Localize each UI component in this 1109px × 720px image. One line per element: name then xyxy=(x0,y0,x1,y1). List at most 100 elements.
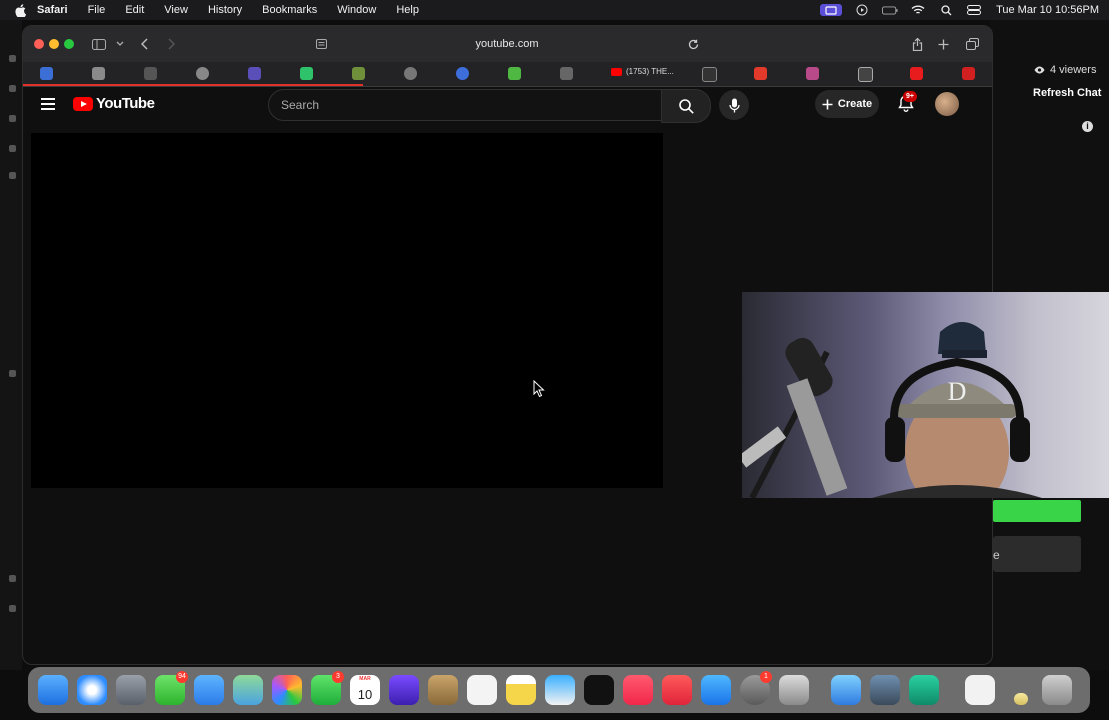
search-placeholder: Search xyxy=(281,98,320,112)
chat-app-icon[interactable] xyxy=(909,675,939,705)
voice-search-button[interactable] xyxy=(719,90,749,120)
mail-icon[interactable] xyxy=(194,675,224,705)
imovie-icon[interactable] xyxy=(389,675,419,705)
tab-overview-icon[interactable] xyxy=(964,36,980,52)
tab-favicon-openai-icon[interactable] xyxy=(196,67,209,80)
trash-icon[interactable] xyxy=(1042,675,1072,705)
account-avatar[interactable] xyxy=(935,92,959,116)
apple-menu-icon[interactable] xyxy=(13,3,27,17)
menu-help[interactable]: Help xyxy=(396,4,419,16)
sidebar-toggle-icon[interactable] xyxy=(91,36,107,52)
background-app-strip xyxy=(0,20,22,670)
freeform-icon[interactable] xyxy=(545,675,575,705)
iphone-mirroring-icon[interactable] xyxy=(779,675,809,705)
app-store-icon[interactable] xyxy=(701,675,731,705)
chevron-down-icon[interactable] xyxy=(112,36,128,52)
minimize-window-button[interactable] xyxy=(49,39,59,49)
menu-history[interactable]: History xyxy=(208,4,242,16)
messages-badge: 94 xyxy=(176,671,188,683)
news-icon[interactable] xyxy=(662,675,692,705)
page-load-progress xyxy=(23,84,363,86)
mouse-cursor-icon xyxy=(533,380,545,398)
finder-icon[interactable] xyxy=(38,675,68,705)
background-icon xyxy=(9,370,16,377)
back-button[interactable] xyxy=(137,36,153,52)
calendar-icon[interactable]: MAR 10 xyxy=(350,675,380,705)
facetime-badge: 3 xyxy=(332,671,344,683)
close-window-button[interactable] xyxy=(34,39,44,49)
menu-hamburger-icon[interactable] xyxy=(41,98,55,110)
menu-edit[interactable]: Edit xyxy=(125,4,144,16)
menu-app-name[interactable]: Safari xyxy=(37,4,68,16)
control-center-icon[interactable] xyxy=(966,4,982,16)
menu-bar: Safari File Edit View History Bookmarks … xyxy=(0,0,1109,20)
calendar-day: 10 xyxy=(357,687,373,702)
tab-favicon-netflix-icon[interactable] xyxy=(962,67,975,80)
wifi-icon[interactable] xyxy=(910,4,926,16)
menu-file[interactable]: File xyxy=(88,4,106,16)
tab-favicon-globe-icon[interactable] xyxy=(404,67,417,80)
contacts-icon[interactable] xyxy=(428,675,458,705)
utility-icon[interactable] xyxy=(870,675,900,705)
tab-favicon-tv-icon[interactable] xyxy=(858,67,873,82)
panel-button[interactable]: e xyxy=(993,536,1081,572)
forward-button[interactable] xyxy=(163,36,179,52)
tab-favicon-green-icon[interactable] xyxy=(300,67,313,80)
screen-mirroring-icon[interactable] xyxy=(820,4,843,16)
background-icon xyxy=(9,115,16,122)
photos-icon[interactable] xyxy=(272,675,302,705)
launchpad-icon[interactable] xyxy=(116,675,146,705)
music-icon[interactable] xyxy=(623,675,653,705)
files-icon[interactable] xyxy=(831,675,861,705)
menu-window[interactable]: Window xyxy=(337,4,376,16)
tab-favicon-slash-icon[interactable] xyxy=(702,67,717,82)
search-input[interactable]: Search xyxy=(268,89,662,121)
zoom-window-button[interactable] xyxy=(64,39,74,49)
background-icon xyxy=(9,55,16,62)
tab-youtube-active[interactable]: (1753) THE... xyxy=(611,67,674,76)
video-player[interactable] xyxy=(31,133,663,488)
refresh-chat-button[interactable]: Refresh Chat xyxy=(1033,87,1101,99)
tab-favicon-m-icon[interactable] xyxy=(806,67,819,80)
maps-icon[interactable] xyxy=(233,675,263,705)
settings-badge: 1 xyxy=(760,671,772,683)
webcam-overlay: D xyxy=(742,292,1109,498)
tab-favicon-t-icon[interactable] xyxy=(560,67,573,80)
search-button[interactable] xyxy=(661,89,711,123)
tab-favicon-a-icon[interactable] xyxy=(754,67,767,80)
url-text[interactable]: youtube.com xyxy=(311,38,703,50)
address-bar[interactable]: youtube.com xyxy=(311,33,703,55)
tab-favicon-v-icon[interactable] xyxy=(248,67,261,80)
document-icon[interactable] xyxy=(965,675,995,705)
background-icon xyxy=(9,605,16,612)
green-action-bar[interactable] xyxy=(993,500,1081,522)
play-status-icon[interactable] xyxy=(854,4,870,16)
microphone-icon xyxy=(728,98,740,112)
notes-icon[interactable] xyxy=(506,675,536,705)
share-icon[interactable] xyxy=(909,36,925,52)
menu-view[interactable]: View xyxy=(164,4,188,16)
menu-bookmarks[interactable]: Bookmarks xyxy=(262,4,317,16)
new-tab-icon[interactable] xyxy=(935,36,951,52)
tab-favicon-folder-icon[interactable] xyxy=(144,67,157,80)
info-icon[interactable]: i xyxy=(1082,121,1093,132)
youtube-logo-text: YouTube xyxy=(96,95,155,112)
tab-favicon-d-icon[interactable] xyxy=(508,67,521,80)
battery-icon[interactable] xyxy=(882,4,898,16)
stack-icon[interactable] xyxy=(1014,693,1028,705)
youtube-logo[interactable]: YouTube xyxy=(73,95,155,112)
apple-tv-icon[interactable] xyxy=(584,675,614,705)
background-icon xyxy=(9,172,16,179)
tab-favicon-drive-icon[interactable] xyxy=(352,67,365,80)
tab-favicon-calendar-icon[interactable] xyxy=(40,67,53,80)
spotlight-search-icon[interactable] xyxy=(938,4,954,16)
menu-clock[interactable]: Tue Mar 10 10:56PM xyxy=(996,4,1099,16)
tab-favicon-blue-icon[interactable] xyxy=(456,67,469,80)
background-icon xyxy=(9,575,16,582)
reload-icon[interactable] xyxy=(685,36,701,52)
tab-favicon-youtube-icon[interactable] xyxy=(910,67,923,80)
safari-icon[interactable] xyxy=(77,675,107,705)
tab-favicon-google-icon[interactable] xyxy=(92,67,105,80)
create-button[interactable]: Create xyxy=(815,90,879,118)
reminders-icon[interactable] xyxy=(467,675,497,705)
